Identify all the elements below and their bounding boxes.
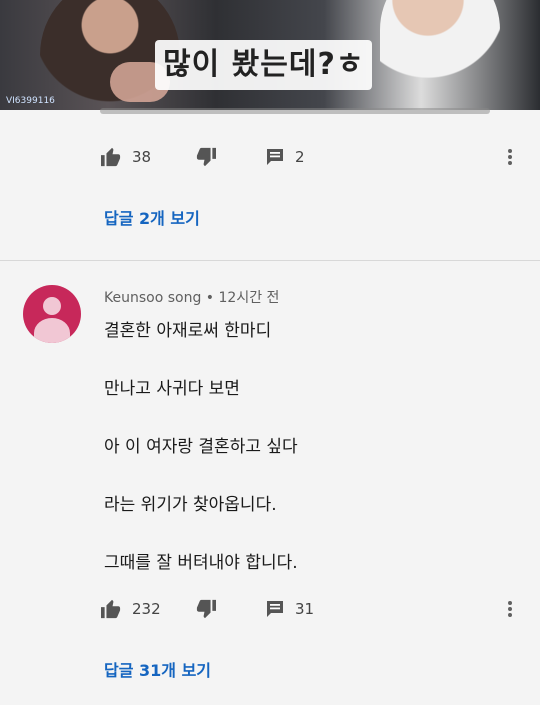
thumb-up-icon [101,147,121,167]
like-button[interactable]: 38 [100,147,151,167]
comment-line: 결혼한 아재로써 한마디 [104,321,272,341]
comment-time: • 12시간 전 [205,290,280,306]
like-count: 232 [132,600,161,618]
video-caption: 많이 봤는데?ㅎ [155,40,373,90]
video-watermark: VI6399116 [6,96,55,106]
cut-off-comment-text [100,104,490,118]
dislike-button[interactable] [195,147,217,167]
thumb-down-icon [196,599,216,619]
more-vert-icon[interactable] [500,599,520,619]
author-name[interactable]: Keunsoo song [104,290,201,306]
dislike-button[interactable] [195,599,217,619]
comment-meta: Keunsoo song • 12시간 전 [104,287,279,307]
like-button[interactable]: 232 [100,599,161,619]
comment-line: 그때를 잘 버텨내야 합니다. [104,553,298,573]
reply-count: 31 [295,600,315,618]
reply-button[interactable]: 31 [265,599,314,619]
reply-icon [267,149,283,165]
video-thumbnail[interactable]: 많이 봤는데?ㅎ VI6399116 [0,0,540,110]
comment-line: 아 이 여자랑 결혼하고 싶다 [104,437,298,457]
view-replies-link[interactable]: 답글 31개 보기 [104,657,211,681]
comment-line: 만나고 사귀다 보면 [104,379,240,399]
thumb-up-icon [101,599,121,619]
comment-actions: 38 2 [100,142,530,172]
avatar[interactable] [23,285,81,343]
comment-line: 라는 위기가 찾아옵니다. [104,495,277,515]
like-count: 38 [132,148,152,166]
view-replies-link[interactable]: 답글 2개 보기 [104,205,200,229]
thumb-down-icon [196,147,216,167]
more-vert-icon[interactable] [500,147,520,167]
reply-count: 2 [295,148,305,166]
comment-actions: 232 31 [100,594,530,624]
reply-button[interactable]: 2 [265,147,305,167]
reply-icon [267,601,283,617]
divider [0,260,540,261]
person-right [380,0,500,110]
